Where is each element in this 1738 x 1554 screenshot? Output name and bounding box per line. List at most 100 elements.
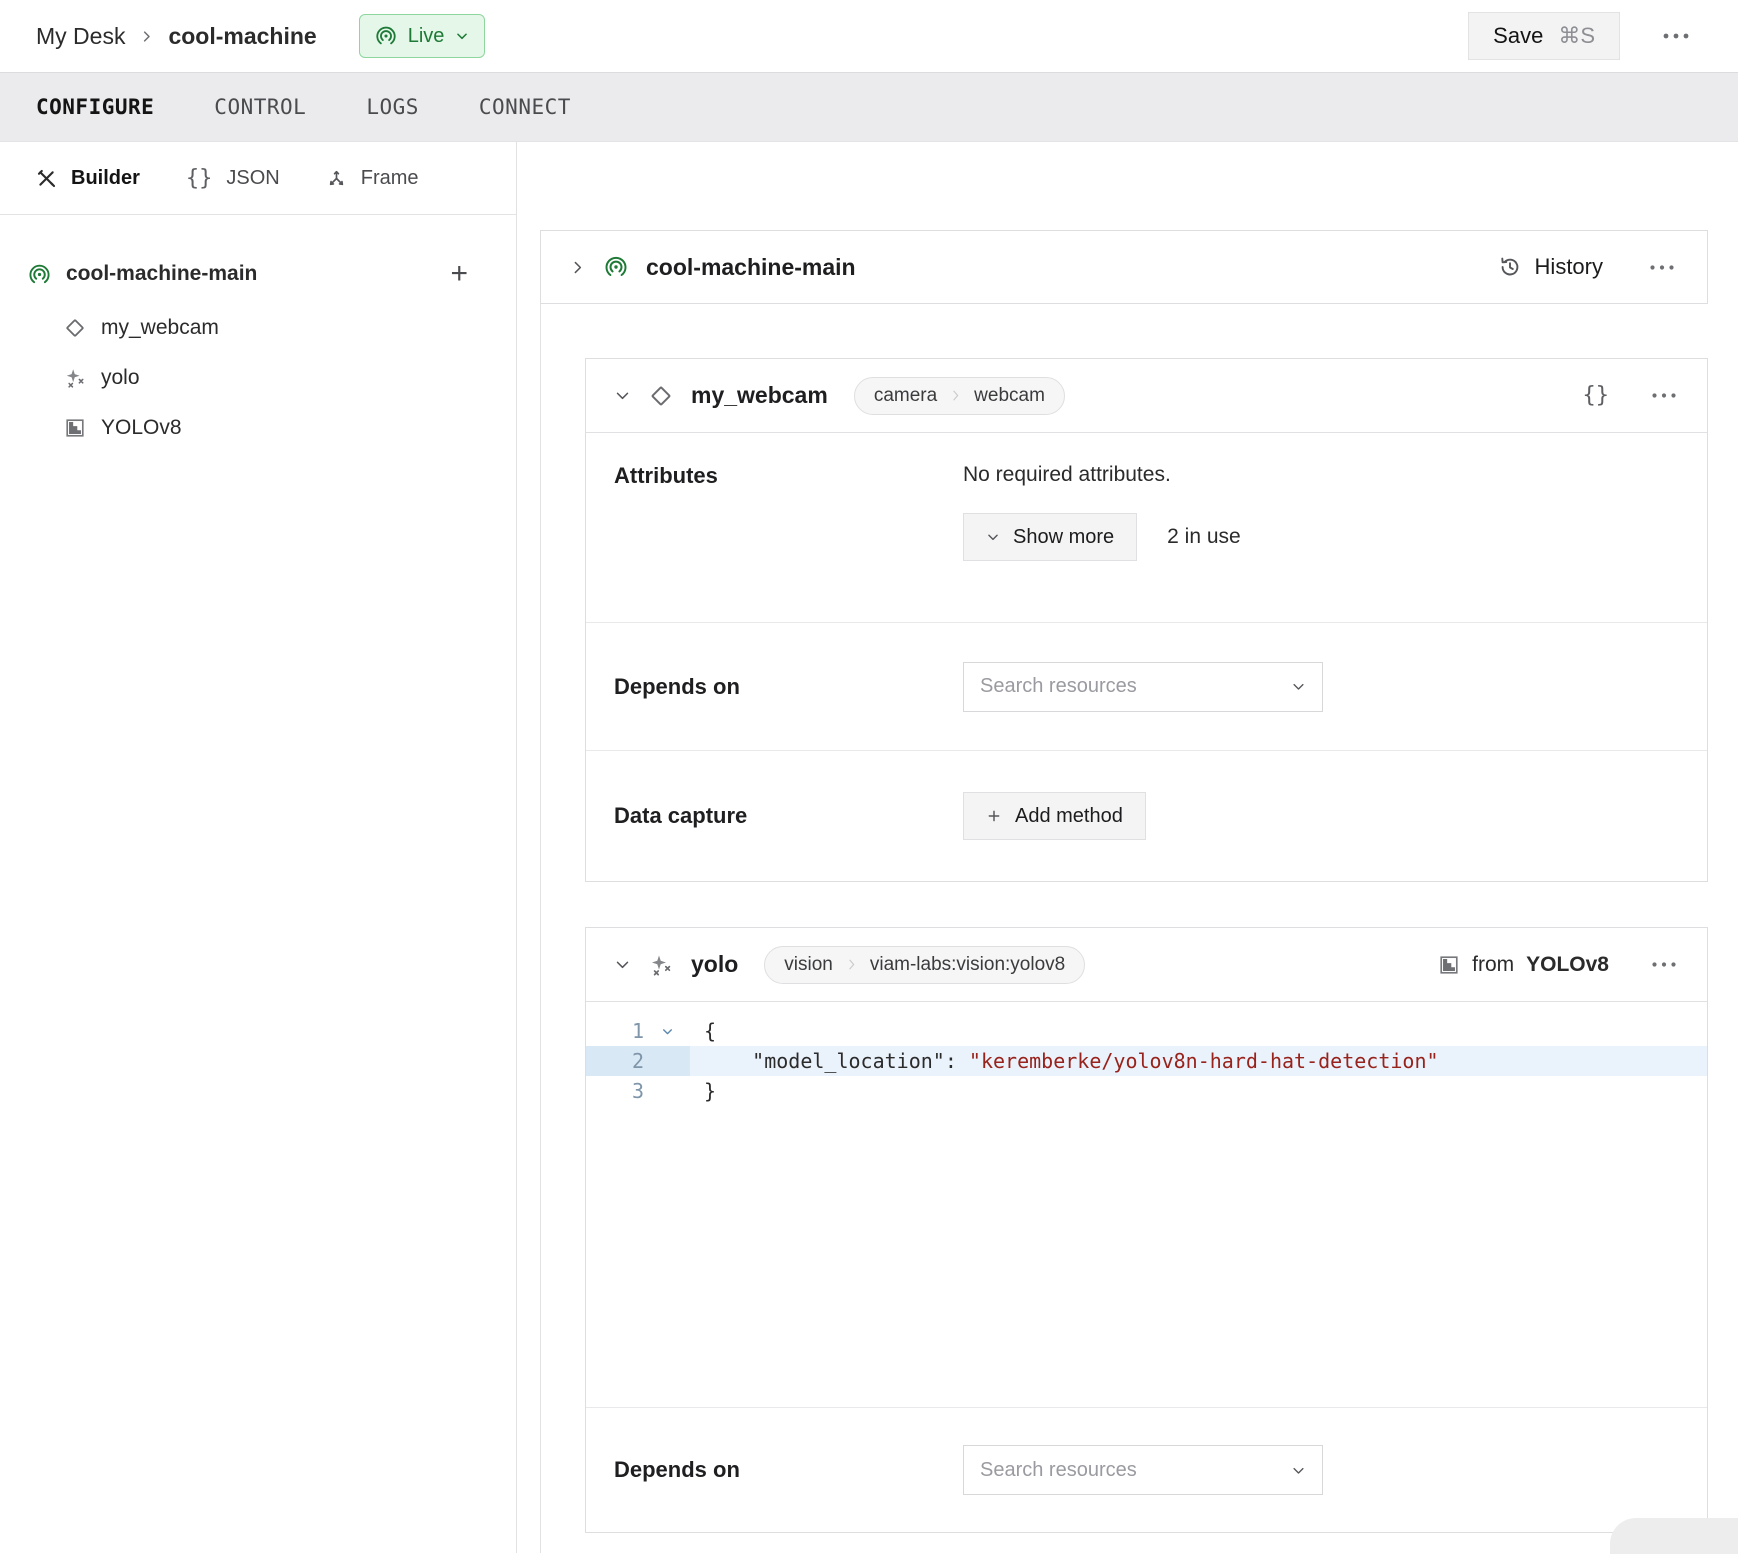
line-number: 1 xyxy=(586,1016,644,1046)
yolo-resource-card: yolo vision viam-labs:vision:yolov8 xyxy=(585,927,1708,1533)
attributes-section: Attributes No required attributes. Show … xyxy=(586,433,1707,623)
code-text: "model_location": "keremberke/yolov8n-ha… xyxy=(690,1046,1707,1076)
webcam-card-header: my_webcam camera webcam {} xyxy=(586,359,1707,433)
view-tab-label: Frame xyxy=(361,167,419,190)
config-main: cool-machine-main History xyxy=(517,142,1738,1553)
badge-type: vision xyxy=(784,954,833,976)
sparkle-icon xyxy=(649,953,673,977)
add-method-button[interactable]: Add method xyxy=(963,792,1146,840)
chevron-down-icon xyxy=(455,29,469,43)
breadcrumb-root[interactable]: My Desk xyxy=(36,23,125,50)
breadcrumb-chevron-icon xyxy=(139,29,154,44)
chevron-down-icon xyxy=(1291,1463,1306,1478)
primary-tabbar: CONFIGURE CONTROL LOGS CONNECT xyxy=(0,72,1738,142)
yolo-depends-select[interactable] xyxy=(963,1445,1323,1495)
gutter-spacer xyxy=(644,1046,690,1076)
chevron-right-icon[interactable] xyxy=(569,259,586,276)
webcam-resource-card: my_webcam camera webcam {} xyxy=(585,358,1708,882)
corner-overlay xyxy=(1610,1518,1738,1554)
tab-logs[interactable]: LOGS xyxy=(366,95,419,119)
json-separator: : xyxy=(945,1049,969,1073)
history-icon xyxy=(1498,255,1522,279)
code-text: } xyxy=(690,1076,1707,1106)
content-split: Builder {} JSON Frame xyxy=(0,142,1738,1553)
yolo-overflow-menu-button[interactable] xyxy=(1647,957,1681,972)
plus-icon xyxy=(986,808,1002,824)
webcam-depends-section: Depends on xyxy=(586,623,1707,751)
webcam-overflow-menu-button[interactable] xyxy=(1647,388,1681,403)
webcam-depends-select[interactable] xyxy=(963,662,1323,712)
tree-item-my-webcam[interactable]: my_webcam xyxy=(64,303,468,353)
line-number: 2 xyxy=(586,1046,644,1076)
broadcast-icon xyxy=(604,255,628,279)
json-mode-button[interactable]: {} xyxy=(1583,383,1610,408)
show-more-button[interactable]: Show more xyxy=(963,513,1137,561)
sidebar: Builder {} JSON Frame xyxy=(0,142,517,1553)
view-tab-label: JSON xyxy=(226,167,279,190)
part-title: cool-machine-main xyxy=(646,254,856,281)
data-capture-label: Data capture xyxy=(614,803,963,829)
history-button[interactable]: History xyxy=(1498,254,1603,280)
tree-item-label: my_webcam xyxy=(101,316,219,340)
badge-model: webcam xyxy=(974,385,1045,407)
save-label: Save xyxy=(1493,23,1543,49)
webcam-type-badge: camera webcam xyxy=(854,377,1065,415)
chevron-down-icon[interactable] xyxy=(614,956,631,973)
braces-icon: {} xyxy=(186,166,213,191)
module-name: YOLOv8 xyxy=(1526,953,1609,977)
tab-configure[interactable]: CONFIGURE xyxy=(36,95,154,119)
depends-on-label: Depends on xyxy=(614,1457,963,1483)
view-tab-frame[interactable]: Frame xyxy=(326,167,419,190)
tree-item-label: YOLOv8 xyxy=(101,416,182,440)
code-line-3: 3 } xyxy=(586,1076,1707,1106)
diamond-icon xyxy=(64,317,86,339)
attributes-in-use-count: 2 in use xyxy=(1167,525,1241,549)
module-icon xyxy=(64,417,86,439)
tree-item-yolo[interactable]: yolo xyxy=(64,353,468,403)
frame-axes-icon xyxy=(326,168,347,189)
code-line-1: 1 { xyxy=(586,1016,1707,1046)
tree-children: my_webcam yolo xyxy=(28,297,468,453)
tab-connect[interactable]: CONNECT xyxy=(479,95,571,119)
line-number: 3 xyxy=(586,1076,644,1106)
view-tab-json[interactable]: {} JSON xyxy=(186,166,280,191)
code-text: { xyxy=(690,1016,1707,1046)
depends-search-input[interactable] xyxy=(980,1459,1270,1482)
from-module-link[interactable]: from YOLOv8 xyxy=(1438,953,1609,977)
fold-chevron-icon[interactable] xyxy=(644,1016,690,1046)
gutter-spacer xyxy=(644,1076,690,1106)
tree-root-label: cool-machine-main xyxy=(66,262,257,286)
badge-chevron-icon xyxy=(949,388,962,403)
history-label: History xyxy=(1535,254,1603,280)
attributes-empty-text: No required attributes. xyxy=(963,463,1241,487)
tree-root-row[interactable]: cool-machine-main + xyxy=(28,251,468,297)
tab-control[interactable]: CONTROL xyxy=(214,95,306,119)
live-status-badge[interactable]: Live xyxy=(359,14,486,58)
save-button[interactable]: Save ⌘S xyxy=(1468,12,1620,60)
json-key: "model_location" xyxy=(704,1049,945,1073)
depends-search-input[interactable] xyxy=(980,675,1270,698)
breadcrumb-machine-name: cool-machine xyxy=(168,23,316,50)
module-icon xyxy=(1438,954,1460,976)
yolo-title: yolo xyxy=(691,951,738,978)
tree-item-yolov8-module[interactable]: YOLOv8 xyxy=(64,403,468,453)
add-resource-button[interactable]: + xyxy=(450,259,468,289)
part-overflow-menu-button[interactable] xyxy=(1645,260,1679,275)
header-actions: Save ⌘S xyxy=(1468,12,1694,60)
add-method-label: Add method xyxy=(1015,805,1123,828)
yolo-card-header: yolo vision viam-labs:vision:yolov8 xyxy=(586,928,1707,1002)
resource-tree: cool-machine-main + my_webcam xyxy=(0,215,516,453)
live-label: Live xyxy=(408,25,445,48)
machine-part-card: cool-machine-main History xyxy=(540,230,1708,304)
chevron-down-icon[interactable] xyxy=(614,387,631,404)
breadcrumb: My Desk cool-machine Live xyxy=(36,14,485,58)
code-line-2: 2 "model_location": "keremberke/yolov8n-… xyxy=(586,1046,1707,1076)
yolo-depends-section: Depends on xyxy=(586,1407,1707,1532)
badge-chevron-icon xyxy=(845,957,858,972)
attributes-json-editor[interactable]: 1 { 2 "model_location": "keremberke/yolo… xyxy=(586,1002,1707,1407)
diamond-icon xyxy=(649,384,673,408)
app-header: My Desk cool-machine Live xyxy=(0,0,1738,72)
header-overflow-menu-button[interactable] xyxy=(1658,28,1694,44)
view-tab-builder[interactable]: Builder xyxy=(36,167,140,190)
badge-type: camera xyxy=(874,385,937,407)
